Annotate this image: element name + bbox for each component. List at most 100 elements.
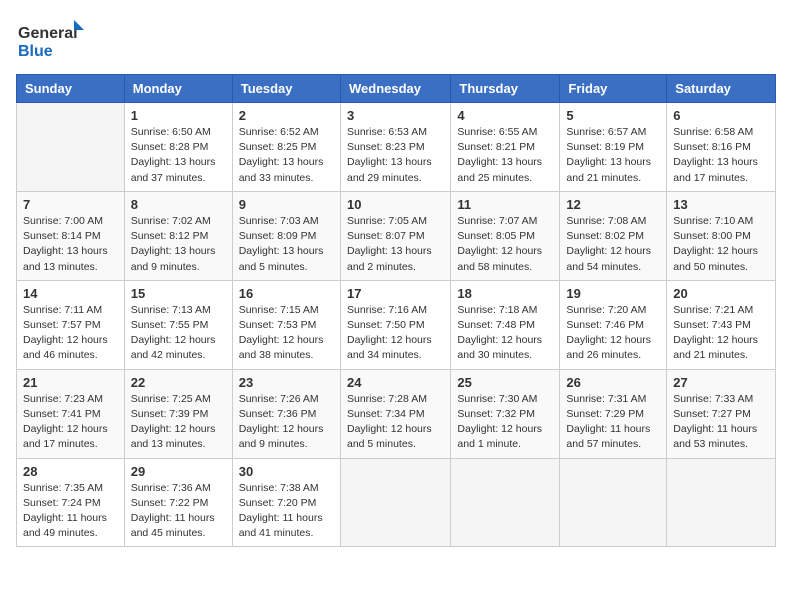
day-number: 22 [131,375,226,390]
day-info: Sunrise: 7:21 AM Sunset: 7:43 PM Dayligh… [673,303,769,364]
day-number: 15 [131,286,226,301]
col-header-monday: Monday [124,75,232,103]
day-info: Sunrise: 6:57 AM Sunset: 8:19 PM Dayligh… [566,125,660,186]
calendar-cell [667,458,776,547]
day-number: 10 [347,197,444,212]
col-header-wednesday: Wednesday [340,75,450,103]
day-info: Sunrise: 6:55 AM Sunset: 8:21 PM Dayligh… [457,125,553,186]
day-info: Sunrise: 7:15 AM Sunset: 7:53 PM Dayligh… [239,303,334,364]
calendar-cell: 8 Sunrise: 7:02 AM Sunset: 8:12 PM Daylig… [124,191,232,280]
calendar-cell [340,458,450,547]
calendar-cell: 11Sunrise: 7:07 AM Sunset: 8:05 PM Dayli… [451,191,560,280]
calendar-week-row: 7 Sunrise: 7:00 AM Sunset: 8:14 PM Daylig… [17,191,776,280]
calendar-week-row: 1 Sunrise: 6:50 AM Sunset: 8:28 PM Daylig… [17,103,776,192]
logo-svg: GeneralBlue [16,16,86,66]
day-number: 24 [347,375,444,390]
day-info: Sunrise: 7:38 AM Sunset: 7:20 PM Dayligh… [239,481,334,542]
day-number: 3 [347,108,444,123]
calendar-week-row: 21 Sunrise: 7:23 AM Sunset: 7:41 PM Dayli… [17,369,776,458]
calendar-cell: 24 Sunrise: 7:28 AM Sunset: 7:34 PM Dayli… [340,369,450,458]
day-number: 25 [457,375,553,390]
day-info: Sunrise: 7:31 AM Sunset: 7:29 PM Dayligh… [566,392,660,453]
day-number: 13 [673,197,769,212]
svg-text:Blue: Blue [18,43,53,60]
day-info: Sunrise: 7:23 AM Sunset: 7:41 PM Dayligh… [23,392,118,453]
day-number: 29 [131,464,226,479]
logo: GeneralBlue [16,16,86,66]
day-number: 21 [23,375,118,390]
calendar-cell: 2Sunrise: 6:52 AM Sunset: 8:25 PM Daylig… [232,103,340,192]
calendar-cell [560,458,667,547]
calendar-cell: 16 Sunrise: 7:15 AM Sunset: 7:53 PM Dayli… [232,280,340,369]
calendar-cell: 19Sunrise: 7:20 AM Sunset: 7:46 PM Dayli… [560,280,667,369]
day-info: Sunrise: 7:08 AM Sunset: 8:02 PM Dayligh… [566,214,660,275]
day-number: 7 [23,197,118,212]
day-number: 28 [23,464,118,479]
day-number: 5 [566,108,660,123]
day-info: Sunrise: 7:35 AM Sunset: 7:24 PM Dayligh… [23,481,118,542]
day-info: Sunrise: 7:10 AM Sunset: 8:00 PM Dayligh… [673,214,769,275]
calendar-cell: 5 Sunrise: 6:57 AM Sunset: 8:19 PM Daylig… [560,103,667,192]
col-header-saturday: Saturday [667,75,776,103]
day-info: Sunrise: 7:03 AM Sunset: 8:09 PM Dayligh… [239,214,334,275]
day-number: 9 [239,197,334,212]
day-number: 6 [673,108,769,123]
day-number: 14 [23,286,118,301]
day-info: Sunrise: 6:50 AM Sunset: 8:28 PM Dayligh… [131,125,226,186]
day-info: Sunrise: 7:11 AM Sunset: 7:57 PM Dayligh… [23,303,118,364]
day-number: 8 [131,197,226,212]
day-info: Sunrise: 7:07 AM Sunset: 8:05 PM Dayligh… [457,214,553,275]
calendar-cell: 6Sunrise: 6:58 AM Sunset: 8:16 PM Daylig… [667,103,776,192]
calendar-cell: 3 Sunrise: 6:53 AM Sunset: 8:23 PM Daylig… [340,103,450,192]
day-number: 26 [566,375,660,390]
day-info: Sunrise: 7:28 AM Sunset: 7:34 PM Dayligh… [347,392,444,453]
calendar-cell: 28 Sunrise: 7:35 AM Sunset: 7:24 PM Dayli… [17,458,125,547]
calendar-table: SundayMondayTuesdayWednesdayThursdayFrid… [16,74,776,547]
calendar-cell: 29 Sunrise: 7:36 AM Sunset: 7:22 PM Dayli… [124,458,232,547]
calendar-cell: 1 Sunrise: 6:50 AM Sunset: 8:28 PM Daylig… [124,103,232,192]
svg-text:General: General [18,25,78,42]
day-info: Sunrise: 7:02 AM Sunset: 8:12 PM Dayligh… [131,214,226,275]
calendar-cell: 9 Sunrise: 7:03 AM Sunset: 8:09 PM Daylig… [232,191,340,280]
calendar-cell: 4Sunrise: 6:55 AM Sunset: 8:21 PM Daylig… [451,103,560,192]
calendar-cell: 15 Sunrise: 7:13 AM Sunset: 7:55 PM Dayli… [124,280,232,369]
day-number: 16 [239,286,334,301]
day-number: 20 [673,286,769,301]
day-number: 1 [131,108,226,123]
day-number: 27 [673,375,769,390]
day-number: 30 [239,464,334,479]
calendar-cell: 10 Sunrise: 7:05 AM Sunset: 8:07 PM Dayli… [340,191,450,280]
calendar-cell: 27Sunrise: 7:33 AM Sunset: 7:27 PM Dayli… [667,369,776,458]
day-info: Sunrise: 7:00 AM Sunset: 8:14 PM Dayligh… [23,214,118,275]
calendar-cell: 7 Sunrise: 7:00 AM Sunset: 8:14 PM Daylig… [17,191,125,280]
calendar-cell: 13 Sunrise: 7:10 AM Sunset: 8:00 PM Dayli… [667,191,776,280]
calendar-cell [451,458,560,547]
calendar-header-row: SundayMondayTuesdayWednesdayThursdayFrid… [17,75,776,103]
day-info: Sunrise: 6:52 AM Sunset: 8:25 PM Dayligh… [239,125,334,186]
col-header-sunday: Sunday [17,75,125,103]
calendar-cell: 30 Sunrise: 7:38 AM Sunset: 7:20 PM Dayli… [232,458,340,547]
day-info: Sunrise: 7:18 AM Sunset: 7:48 PM Dayligh… [457,303,553,364]
day-info: Sunrise: 6:53 AM Sunset: 8:23 PM Dayligh… [347,125,444,186]
day-info: Sunrise: 7:36 AM Sunset: 7:22 PM Dayligh… [131,481,226,542]
calendar-cell: 18Sunrise: 7:18 AM Sunset: 7:48 PM Dayli… [451,280,560,369]
day-info: Sunrise: 7:16 AM Sunset: 7:50 PM Dayligh… [347,303,444,364]
calendar-cell: 12 Sunrise: 7:08 AM Sunset: 8:02 PM Dayli… [560,191,667,280]
calendar-week-row: 28 Sunrise: 7:35 AM Sunset: 7:24 PM Dayli… [17,458,776,547]
day-info: Sunrise: 7:05 AM Sunset: 8:07 PM Dayligh… [347,214,444,275]
col-header-friday: Friday [560,75,667,103]
day-info: Sunrise: 7:26 AM Sunset: 7:36 PM Dayligh… [239,392,334,453]
calendar-cell: 22Sunrise: 7:25 AM Sunset: 7:39 PM Dayli… [124,369,232,458]
calendar-cell: 23 Sunrise: 7:26 AM Sunset: 7:36 PM Dayli… [232,369,340,458]
day-number: 23 [239,375,334,390]
calendar-cell: 17 Sunrise: 7:16 AM Sunset: 7:50 PM Dayli… [340,280,450,369]
calendar-week-row: 14 Sunrise: 7:11 AM Sunset: 7:57 PM Dayli… [17,280,776,369]
calendar-cell: 26 Sunrise: 7:31 AM Sunset: 7:29 PM Dayli… [560,369,667,458]
calendar-cell: 14 Sunrise: 7:11 AM Sunset: 7:57 PM Dayli… [17,280,125,369]
day-info: Sunrise: 7:13 AM Sunset: 7:55 PM Dayligh… [131,303,226,364]
day-number: 17 [347,286,444,301]
page-header: GeneralBlue [16,16,776,66]
calendar-cell [17,103,125,192]
col-header-thursday: Thursday [451,75,560,103]
day-number: 12 [566,197,660,212]
